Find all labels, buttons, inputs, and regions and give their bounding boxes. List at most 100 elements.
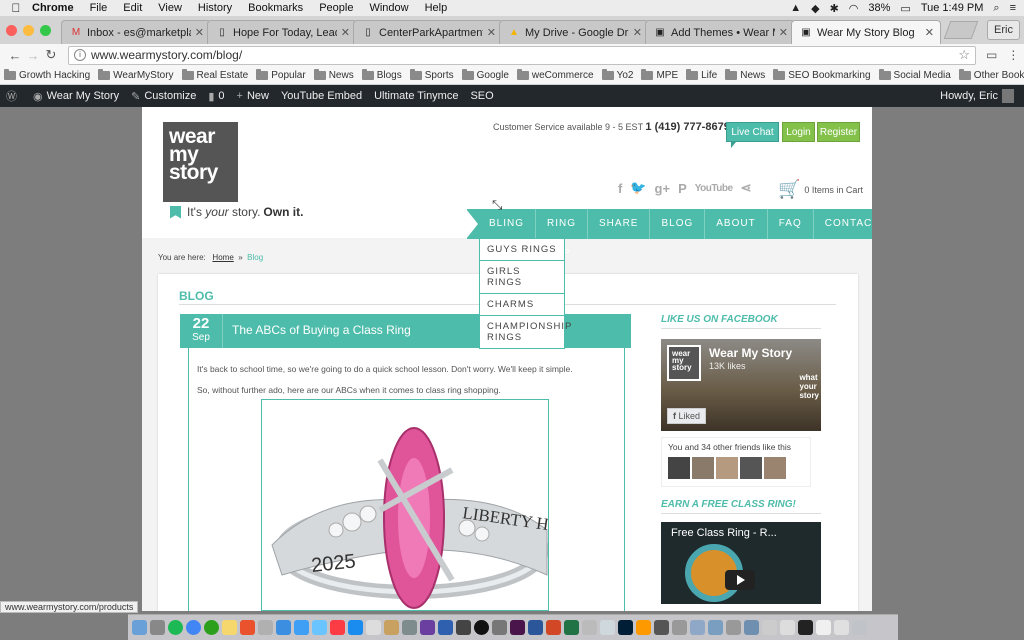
wp-customize[interactable]: ✎ Customize bbox=[131, 90, 196, 103]
wifi-icon[interactable]: ◠ bbox=[849, 2, 859, 15]
share-icon[interactable]: ⋖ bbox=[741, 180, 752, 196]
tab-inbox[interactable]: M Inbox - es@marketplaceeam ✕ bbox=[61, 20, 211, 44]
close-tab-icon[interactable]: ✕ bbox=[925, 26, 934, 39]
wp-seo[interactable]: SEO bbox=[470, 90, 493, 102]
word-icon[interactable] bbox=[528, 620, 543, 635]
close-tab-icon[interactable]: ✕ bbox=[487, 26, 496, 39]
bookmark-folder[interactable]: Social Media bbox=[878, 68, 951, 81]
app-icon[interactable] bbox=[654, 620, 669, 635]
play-button-icon[interactable] bbox=[725, 570, 755, 590]
close-window-button[interactable] bbox=[6, 24, 17, 36]
bookmark-folder[interactable]: SEO Bookmarking bbox=[773, 68, 871, 81]
pinterest-icon[interactable]: P bbox=[678, 181, 687, 196]
apple-icon[interactable]:  bbox=[0, 1, 32, 15]
menu-people[interactable]: People bbox=[319, 2, 353, 14]
powerpoint-icon[interactable] bbox=[546, 620, 561, 635]
youtube-video[interactable]: Free Class Ring - R... bbox=[661, 522, 821, 604]
class-ring-image[interactable]: LIBERTY HIGH 2025 bbox=[261, 399, 549, 611]
dropdown-championship-rings[interactable]: CHAMPIONSHIP RINGS bbox=[480, 316, 571, 348]
tab-wear-my-story-blog[interactable]: ▣ Wear My Story Blog ✕ bbox=[791, 20, 941, 44]
chrome-icon[interactable] bbox=[186, 620, 201, 635]
bookmark-folder[interactable]: Google bbox=[461, 68, 509, 81]
notes-icon[interactable] bbox=[222, 620, 237, 635]
site-logo[interactable]: wear my story bbox=[163, 122, 238, 202]
address-bar[interactable]: i www.wearmystory.com/blog/ ☆ bbox=[68, 45, 976, 65]
terminal-icon[interactable] bbox=[798, 620, 813, 635]
avatar[interactable] bbox=[668, 457, 690, 479]
dropdown-girls-rings[interactable]: GIRLS RINGS bbox=[480, 261, 564, 294]
tab-google-drive[interactable]: ▲ My Drive - Google Drive ✕ bbox=[499, 20, 649, 44]
facebook-icon[interactable]: f bbox=[618, 181, 622, 196]
launchpad-icon[interactable] bbox=[150, 620, 165, 635]
bookmark-folder[interactable]: Growth Hacking bbox=[4, 68, 90, 81]
facebook-page-widget[interactable]: wear my story Wear My Story 13K likes wh… bbox=[661, 339, 821, 431]
wp-logo[interactable]: Ⓦ bbox=[6, 88, 21, 104]
photos-icon[interactable] bbox=[258, 620, 273, 635]
avatar[interactable] bbox=[764, 457, 786, 479]
app-icon[interactable] bbox=[744, 620, 759, 635]
app-icon[interactable] bbox=[726, 620, 741, 635]
messages-icon[interactable] bbox=[276, 620, 291, 635]
preview-icon[interactable] bbox=[600, 620, 615, 635]
app-icon[interactable] bbox=[492, 620, 507, 635]
reload-icon[interactable]: ↻ bbox=[42, 47, 60, 63]
nav-bling[interactable]: BLING bbox=[478, 209, 537, 239]
nav-about[interactable]: ABOUT bbox=[705, 209, 768, 239]
cart-link[interactable]: 🛒 0 Items in Cart bbox=[778, 179, 863, 200]
battery-icon[interactable]: ▭ bbox=[900, 2, 910, 15]
photoshop-icon[interactable] bbox=[618, 620, 633, 635]
app-store-icon[interactable] bbox=[348, 620, 363, 635]
tab-hope-for-today[interactable]: ▯ Hope For Today, Leaders Fo ✕ bbox=[207, 20, 357, 44]
imovie-icon[interactable] bbox=[420, 620, 435, 635]
utility-icon[interactable] bbox=[402, 620, 417, 635]
close-tab-icon[interactable]: ✕ bbox=[195, 26, 204, 39]
menu-edit[interactable]: Edit bbox=[123, 2, 142, 14]
dropdown-guys-rings[interactable]: GUYS RINGS bbox=[480, 239, 564, 261]
app-icon[interactable] bbox=[672, 620, 687, 635]
wp-comments[interactable]: ▮ 0 bbox=[208, 90, 224, 103]
document-icon[interactable] bbox=[834, 620, 849, 635]
bookmark-folder[interactable]: Popular bbox=[256, 68, 306, 81]
wp-youtube-embed[interactable]: YouTube Embed bbox=[281, 90, 362, 102]
app-icon[interactable] bbox=[690, 620, 705, 635]
app-icon[interactable] bbox=[456, 620, 471, 635]
wp-site-link[interactable]: ◉ Wear My Story bbox=[33, 90, 119, 103]
nav-share[interactable]: SHARE bbox=[588, 209, 651, 239]
app-icon[interactable] bbox=[708, 620, 723, 635]
video-title[interactable]: Free Class Ring - R... bbox=[671, 527, 777, 539]
wp-ultimate-tinymce[interactable]: Ultimate Tinymce bbox=[374, 90, 458, 102]
avatar[interactable] bbox=[692, 457, 714, 479]
wp-new[interactable]: + New bbox=[237, 90, 269, 102]
archive-icon[interactable] bbox=[384, 620, 399, 635]
register-button[interactable]: Register bbox=[817, 122, 860, 142]
menu-window[interactable]: Window bbox=[369, 2, 408, 14]
zoom-window-button[interactable] bbox=[40, 24, 51, 36]
other-bookmarks[interactable]: Other Bookmarks bbox=[958, 68, 1024, 81]
close-tab-icon[interactable]: ✕ bbox=[779, 26, 788, 39]
battery-percent[interactable]: 38% bbox=[868, 2, 890, 14]
menu-history[interactable]: History bbox=[198, 2, 232, 14]
wp-howdy[interactable]: Howdy, Eric bbox=[940, 89, 1014, 103]
dropbox-icon[interactable]: ◆ bbox=[811, 2, 819, 15]
back-arrow-icon[interactable]: ← bbox=[6, 48, 24, 63]
dropdown-charms[interactable]: CHARMS bbox=[480, 294, 564, 316]
nav-ring-rep[interactable]: RING REP bbox=[536, 209, 589, 259]
itunes-icon[interactable] bbox=[330, 620, 345, 635]
menu-help[interactable]: Help bbox=[425, 2, 448, 14]
bookmark-folder[interactable]: Real Estate bbox=[181, 68, 248, 81]
close-tab-icon[interactable]: ✕ bbox=[341, 26, 350, 39]
gdrive-sync-icon[interactable]: ▲ bbox=[790, 2, 801, 14]
bluetooth-icon[interactable]: ✱ bbox=[830, 2, 839, 15]
bookmark-folder[interactable]: Sports bbox=[409, 68, 454, 81]
tab-centerpark[interactable]: ▯ CenterParkApartmentsOM.p ✕ bbox=[353, 20, 503, 44]
avatar[interactable] bbox=[716, 457, 738, 479]
breadcrumb-home[interactable]: Home bbox=[212, 253, 233, 262]
spotify-icon[interactable] bbox=[168, 620, 183, 635]
profile-button[interactable]: Eric bbox=[987, 20, 1020, 40]
google-plus-icon[interactable]: g+ bbox=[655, 181, 671, 196]
nav-faq[interactable]: FAQ bbox=[768, 209, 814, 239]
bookmark-folder[interactable]: MPE bbox=[641, 68, 678, 81]
live-chat-button[interactable]: Live Chat bbox=[726, 122, 779, 148]
music-icon[interactable] bbox=[474, 620, 489, 635]
quickbooks-icon[interactable] bbox=[204, 620, 219, 635]
